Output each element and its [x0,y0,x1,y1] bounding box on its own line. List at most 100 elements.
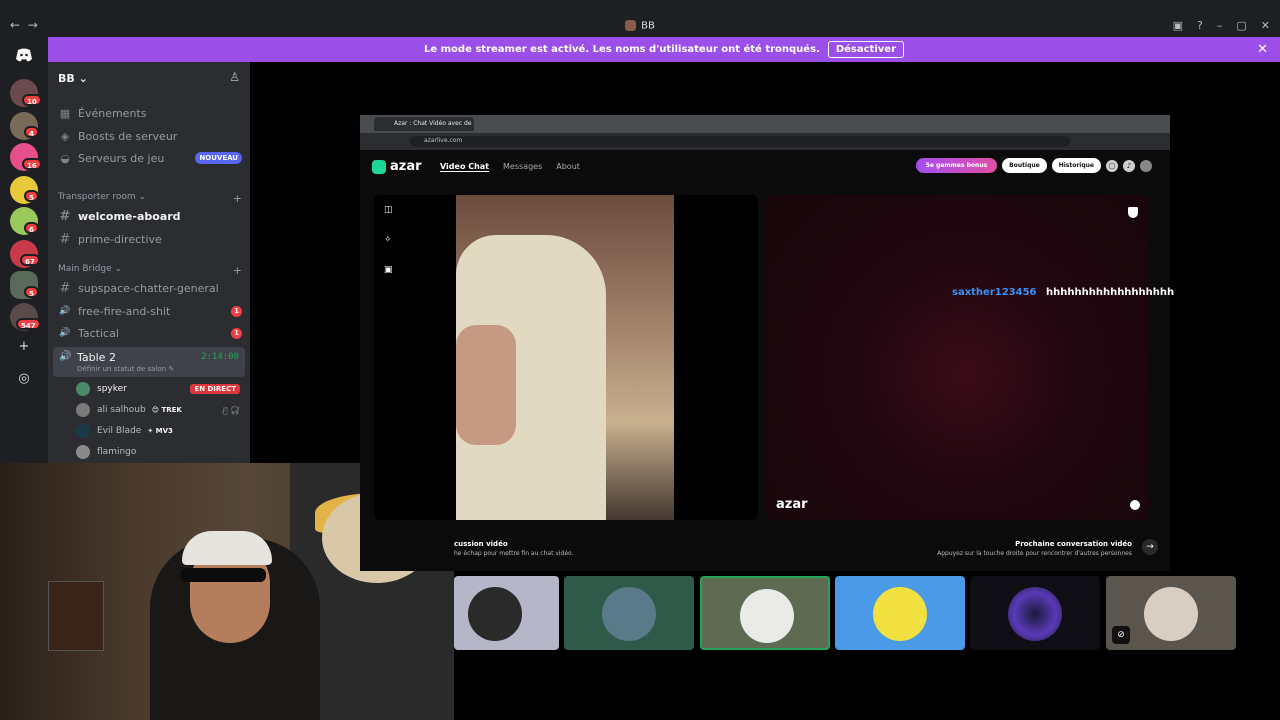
azar-footer: cussion vidéo he échap pour mettre fin a… [360,528,1170,571]
camera-icon[interactable]: ◫ [384,205,393,215]
streamer-sunglasses [180,568,266,582]
next-arrow-button[interactable]: → [1142,539,1158,555]
maximize-button[interactable]: ▢ [1236,19,1246,32]
speaker-icon: 🔊 [59,306,71,316]
avatar [1008,587,1062,641]
voice-user-row[interactable]: spyker EN DIRECT [76,380,240,398]
browser-toolbar: azarlive.com [360,133,1170,150]
boosts-item[interactable]: ◈ Boosts de serveur [58,126,242,146]
tab-messages[interactable]: Messages [503,162,542,172]
hidden-video-icon[interactable]: ⊘ [1112,626,1130,644]
hashtag-icon: # [59,231,71,247]
end-chat-hint: he échap pour mettre fin au chat vidéo. [454,550,574,557]
inbox-icon[interactable]: ▢ [1106,159,1118,172]
channel-welcome-aboard[interactable]: # welcome-aboard [58,206,242,226]
voice-user-row[interactable]: ali salhoub 😊 TREK 🎙̸ 🎧̸ [76,401,240,419]
events-item[interactable]: ▦ Événements [58,103,242,123]
inbox-icon[interactable]: ▣ [1173,19,1183,32]
server-avatar-icon [625,20,637,31]
participant-tile[interactable] [835,576,965,650]
speaker-icon: 🔊 [59,328,71,338]
hashtag-icon: # [59,280,71,296]
voice-channel-table-2[interactable]: 🔊 Table 2 2:14:00 Définir un statut de s… [53,347,245,377]
channel-free-fire-and-shit[interactable]: 🔊 free-fire-and-shit 1 [58,301,242,321]
add-channel-icon[interactable]: + [233,264,242,277]
avatar [468,587,522,641]
unread-badge: 1 [231,305,242,317]
voice-user-row[interactable]: flamingo [76,443,240,461]
next-chat-title: Prochaine conversation vidéo [1015,540,1132,548]
participant-tile[interactable] [454,576,559,650]
voice-user-name: Evil Blade [97,426,142,436]
channel-tactical[interactable]: 🔊 Tactical 1 [58,323,242,343]
azar-nav: Video Chat Messages About [440,162,580,172]
profile-avatar[interactable] [1140,159,1152,172]
category-transporter-room[interactable]: Transporter room ⌄ + [58,192,242,205]
gem-bonus-button[interactable]: 5e gemmes bonus [915,158,998,173]
category-main-bridge[interactable]: Main Bridge ⌄ + [58,264,242,277]
browser-tab[interactable]: Azar : Chat Vidéo avec de [374,117,474,131]
chat-username: saxther123456 [952,287,1037,298]
minimize-button[interactable]: – [1217,19,1223,32]
shop-button[interactable]: Boutique [1002,158,1047,173]
azar-logo[interactable]: azar [372,159,422,174]
streamer-mode-banner: Le mode streamer est activé. Les noms d'… [48,37,1280,62]
magic-wand-icon[interactable]: ✧ [384,235,393,245]
add-channel-icon[interactable]: + [233,192,242,205]
channel-supspace-chatter-general[interactable]: # supspace-chatter-general [58,278,242,298]
channel-label: free-fire-and-shit [78,304,171,318]
azar-watermark: azar [776,497,808,512]
events-label: Événements [78,106,147,120]
add-server-button[interactable]: + [14,337,34,357]
window-title: BB [0,20,1280,32]
shield-icon[interactable] [1128,207,1138,218]
live-badge: EN DIRECT [190,384,240,394]
channel-prime-directive[interactable]: # prime-directive [58,229,242,249]
tab-video-chat[interactable]: Video Chat [440,162,490,172]
participant-tile[interactable] [564,576,694,650]
game-servers-label: Serveurs de jeu [78,151,165,165]
discord-home-icon[interactable] [10,41,38,69]
controller-icon: ◒ [60,151,70,165]
close-window-button[interactable]: ✕ [1261,19,1270,32]
calendar-icon: ▦ [59,106,71,120]
muted-deafened-icons: 🎙̸ 🎧̸ [222,405,240,415]
invite-icon[interactable]: ♙ [229,70,240,84]
new-badge: NOUVEAU [195,152,242,164]
mention-badge: 10 [22,94,42,106]
more-options-icon[interactable] [1130,500,1140,510]
filter-icon[interactable]: ▣ [384,265,393,275]
voice-user-name: flamingo [97,447,137,457]
voice-user-name: spyker [97,384,127,394]
mention-badge: 547 [16,318,41,330]
bell-icon[interactable]: ♪ [1123,159,1135,172]
address-bar[interactable]: azarlive.com [410,136,1070,147]
window-controls: ▣ ? – ▢ ✕ [1173,19,1270,32]
set-status-link[interactable]: Définir un statut de salon ✎ [77,365,174,373]
server-rail: 10 4 16 5 6 67 5 547 + ◎ [0,37,48,463]
voice-timer: 2:14:00 [201,352,239,362]
help-icon[interactable]: ? [1197,19,1203,32]
user-tag: ✦ MV3 [147,427,173,435]
explore-servers-button[interactable]: ◎ [14,369,34,389]
voice-user-row[interactable]: Evil Blade ✦ MV3 [76,422,240,440]
disable-streamer-button[interactable]: Désactiver [827,41,904,58]
server-name[interactable]: BB ⌄ [58,72,88,85]
azar-logo-icon [372,159,386,174]
participant-tile-speaking[interactable] [700,576,830,650]
tab-about[interactable]: About [556,162,580,172]
mention-badge: 5 [24,190,39,202]
close-icon[interactable]: ✕ [1257,42,1268,57]
boost-icon: ◈ [60,129,70,143]
category-label: Main Bridge ⌄ [58,264,123,274]
game-servers-item[interactable]: ◒ Serveurs de jeu NOUVEAU [58,148,242,168]
avatar [76,403,90,417]
participant-tiles: ⊘ [454,576,1244,650]
participant-tile[interactable] [970,576,1100,650]
participant-tile[interactable]: ⊘ [1106,576,1236,650]
avatar [873,587,927,641]
voice-channel-name: Table 2 [77,351,116,364]
banner-text: Le mode streamer est activé. Les noms d'… [424,44,820,55]
history-button[interactable]: Historique [1051,158,1101,173]
chat-text: hhhhhhhhhhhhhhhhhh [1046,287,1175,298]
